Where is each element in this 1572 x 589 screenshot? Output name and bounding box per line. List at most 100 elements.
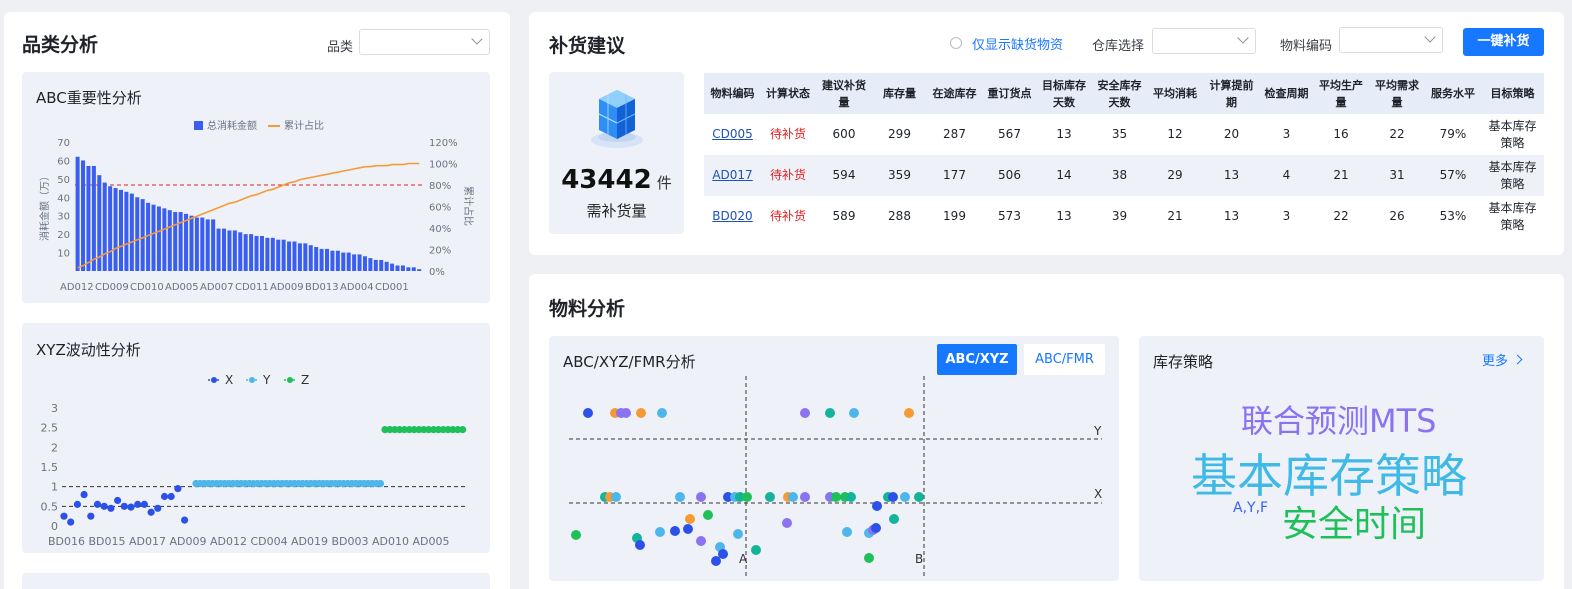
bar[interactable] xyxy=(227,230,232,271)
bar[interactable] xyxy=(325,248,330,271)
material-point[interactable] xyxy=(621,408,631,418)
strategy-word-safety-time[interactable]: 安全时间 xyxy=(1282,495,1426,547)
bar[interactable] xyxy=(395,265,400,271)
bar[interactable] xyxy=(368,258,373,271)
more-link[interactable]: 更多 xyxy=(1482,350,1523,369)
scatter-point[interactable] xyxy=(459,426,467,434)
bar[interactable] xyxy=(151,204,156,271)
bar[interactable] xyxy=(265,237,270,271)
cumulative-line[interactable] xyxy=(77,162,420,269)
material-point[interactable] xyxy=(635,540,645,550)
xyz-legend[interactable]: X Y Z xyxy=(208,373,309,387)
scatter-point[interactable] xyxy=(80,490,88,499)
bar[interactable] xyxy=(140,199,145,271)
material-point[interactable] xyxy=(889,514,899,524)
bar[interactable] xyxy=(91,165,96,271)
bar[interactable] xyxy=(238,232,243,271)
bar[interactable] xyxy=(335,250,340,271)
scatter-point[interactable] xyxy=(107,504,115,512)
bar[interactable] xyxy=(352,254,357,271)
scatter-point[interactable] xyxy=(376,479,385,488)
bar[interactable] xyxy=(129,193,134,271)
scatter-point[interactable] xyxy=(140,500,148,508)
material-point[interactable] xyxy=(871,523,881,533)
scatter-point[interactable] xyxy=(174,485,182,493)
strategy-word-mts[interactable]: 联合预测MTS xyxy=(1241,396,1436,442)
bar[interactable] xyxy=(135,197,140,271)
material-code-link[interactable]: CD005 xyxy=(712,127,753,141)
bar[interactable] xyxy=(156,206,161,272)
material-code-link[interactable]: AD017 xyxy=(712,168,752,182)
bar[interactable] xyxy=(200,217,205,271)
bar[interactable] xyxy=(189,215,194,271)
bar[interactable] xyxy=(178,212,183,271)
material-point[interactable] xyxy=(751,545,761,555)
bar[interactable] xyxy=(276,239,281,271)
bar[interactable] xyxy=(346,252,351,271)
bar[interactable] xyxy=(411,267,416,271)
scatter-point[interactable] xyxy=(147,508,155,516)
abc-legend[interactable]: 总消耗金额 累计占比 xyxy=(194,119,324,132)
bar[interactable] xyxy=(113,188,118,271)
bar[interactable] xyxy=(297,243,302,271)
bar[interactable] xyxy=(303,243,308,271)
bar[interactable] xyxy=(232,230,237,271)
bar[interactable] xyxy=(167,210,172,271)
bar[interactable] xyxy=(400,265,405,271)
material-point[interactable] xyxy=(864,553,874,563)
bar[interactable] xyxy=(406,267,411,271)
bar[interactable] xyxy=(341,252,346,271)
only-shortage-toggle[interactable]: 仅显示缺货物资 xyxy=(950,34,1063,53)
bar[interactable] xyxy=(357,254,362,271)
material-point[interactable] xyxy=(872,501,882,511)
material-point[interactable] xyxy=(703,510,713,520)
scatter-point[interactable] xyxy=(73,500,81,508)
material-point[interactable] xyxy=(914,492,924,502)
material-point[interactable] xyxy=(655,527,665,537)
material-point[interactable] xyxy=(571,530,581,540)
material-point[interactable] xyxy=(846,492,856,502)
bar[interactable] xyxy=(118,189,123,271)
bar[interactable] xyxy=(373,259,378,271)
bar[interactable] xyxy=(211,219,216,271)
scatter-point[interactable] xyxy=(100,502,108,510)
material-point[interactable] xyxy=(765,492,775,502)
material-point[interactable] xyxy=(849,408,859,418)
material-point[interactable] xyxy=(696,492,706,502)
bar[interactable] xyxy=(384,261,389,271)
bar[interactable] xyxy=(319,248,324,271)
material-point[interactable] xyxy=(831,492,841,502)
material-code-link[interactable]: BD020 xyxy=(712,209,752,223)
bar[interactable] xyxy=(102,182,107,271)
one-click-replenish-button[interactable]: 一键补货 xyxy=(1463,28,1544,56)
bar[interactable] xyxy=(173,212,178,271)
material-point[interactable] xyxy=(900,492,910,502)
scatter-point[interactable] xyxy=(167,492,175,501)
material-point[interactable] xyxy=(742,492,752,502)
material-point[interactable] xyxy=(696,536,706,546)
material-point[interactable] xyxy=(611,492,621,502)
material-point[interactable] xyxy=(825,408,835,418)
material-point[interactable] xyxy=(711,556,721,566)
bar[interactable] xyxy=(292,241,297,271)
bar[interactable] xyxy=(390,263,395,271)
material-point[interactable] xyxy=(657,408,667,418)
bar[interactable] xyxy=(86,165,91,271)
bar[interactable] xyxy=(314,247,319,271)
bar[interactable] xyxy=(243,234,248,271)
material-code-select[interactable] xyxy=(1339,27,1443,53)
bar[interactable] xyxy=(330,250,335,271)
material-point[interactable] xyxy=(685,514,695,524)
scatter-point[interactable] xyxy=(60,512,68,520)
material-point[interactable] xyxy=(788,492,798,502)
scatter-point[interactable] xyxy=(154,504,162,512)
bar[interactable] xyxy=(108,186,113,271)
material-point[interactable] xyxy=(675,492,685,502)
table-row[interactable]: CD005 待补货 600 299 287 567 13 35 12 20 3 16 22 79% 基本库存… xyxy=(704,114,1544,155)
material-point[interactable] xyxy=(888,492,898,502)
material-point[interactable] xyxy=(782,518,792,528)
table-row[interactable]: AD017 待补货 594 359 177 506 14 38 29 13 4 21 31 57% 基本库存… xyxy=(704,155,1544,196)
material-point[interactable] xyxy=(636,408,646,418)
material-point[interactable] xyxy=(800,408,810,418)
material-point[interactable] xyxy=(683,524,693,534)
